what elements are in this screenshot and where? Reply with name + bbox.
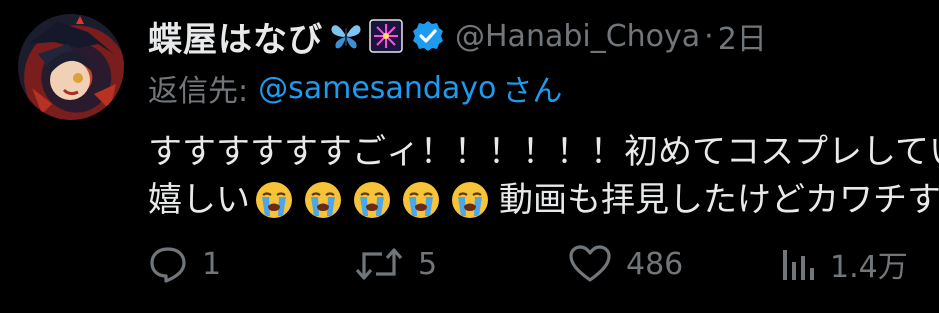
crying-emoji-row (254, 180, 499, 220)
reply-context: 返信先: @samesandayo さん (148, 68, 563, 110)
timestamp[interactable]: 2日 (718, 14, 767, 58)
loudly-crying-face-icon (401, 180, 441, 220)
loudly-crying-face-icon (303, 180, 343, 220)
author-handle[interactable]: @Hanabi_Choya (455, 19, 700, 54)
loudly-crying-face-icon (450, 180, 490, 220)
repost-button[interactable]: 5 (354, 238, 437, 290)
tweet[interactable]: 蝶屋はなび @Hanabi_Choya · 2日 返信先: @samesanda… (0, 0, 939, 313)
reply-icon (150, 247, 186, 283)
tweet-text-line-2: 嬉しい 動画も拝見したけどカワチす (148, 176, 939, 224)
tweet-text: すすすすすすごィ！！！！！！初めてコスプレしていた 嬉しい 動画も拝見したけどカ… (148, 128, 939, 224)
views-button[interactable]: 1.4万 (780, 238, 908, 290)
tweet-text-suffix: 動画も拝見したけどカワチす (499, 180, 939, 220)
heart-icon (569, 245, 611, 282)
tweet-text-prefix: 嬉しい (148, 180, 250, 220)
reply-count: 1 (202, 246, 222, 282)
loudly-crying-face-icon (254, 180, 294, 220)
reply-suffix: さん (502, 74, 563, 109)
reply-label: 返信先: (148, 74, 249, 109)
like-button[interactable]: 486 (568, 238, 683, 290)
loudly-crying-face-icon (352, 180, 392, 220)
reply-button[interactable]: 1 (148, 238, 221, 290)
repost-icon (355, 248, 403, 280)
verified-badge-icon[interactable] (411, 19, 445, 53)
display-name[interactable]: 蝶屋はなび (148, 12, 323, 61)
avatar[interactable] (18, 14, 124, 120)
views-chart-icon (783, 250, 814, 280)
reply-handle-link[interactable]: @samesandayo (258, 71, 496, 106)
views-count: 1.4万 (830, 250, 908, 285)
separator-dot: · (704, 18, 714, 54)
action-bar: 1 5 486 1.4万 (148, 238, 939, 290)
fireworks-icon (369, 19, 403, 53)
tweet-text-line-1: すすすすすすごィ！！！！！！初めてコスプレしていた (148, 132, 939, 172)
repost-count: 5 (418, 246, 438, 282)
tweet-header: 蝶屋はなび @Hanabi_Choya · 2日 (148, 8, 767, 64)
like-count: 486 (626, 246, 684, 282)
butterfly-icon (329, 19, 363, 53)
